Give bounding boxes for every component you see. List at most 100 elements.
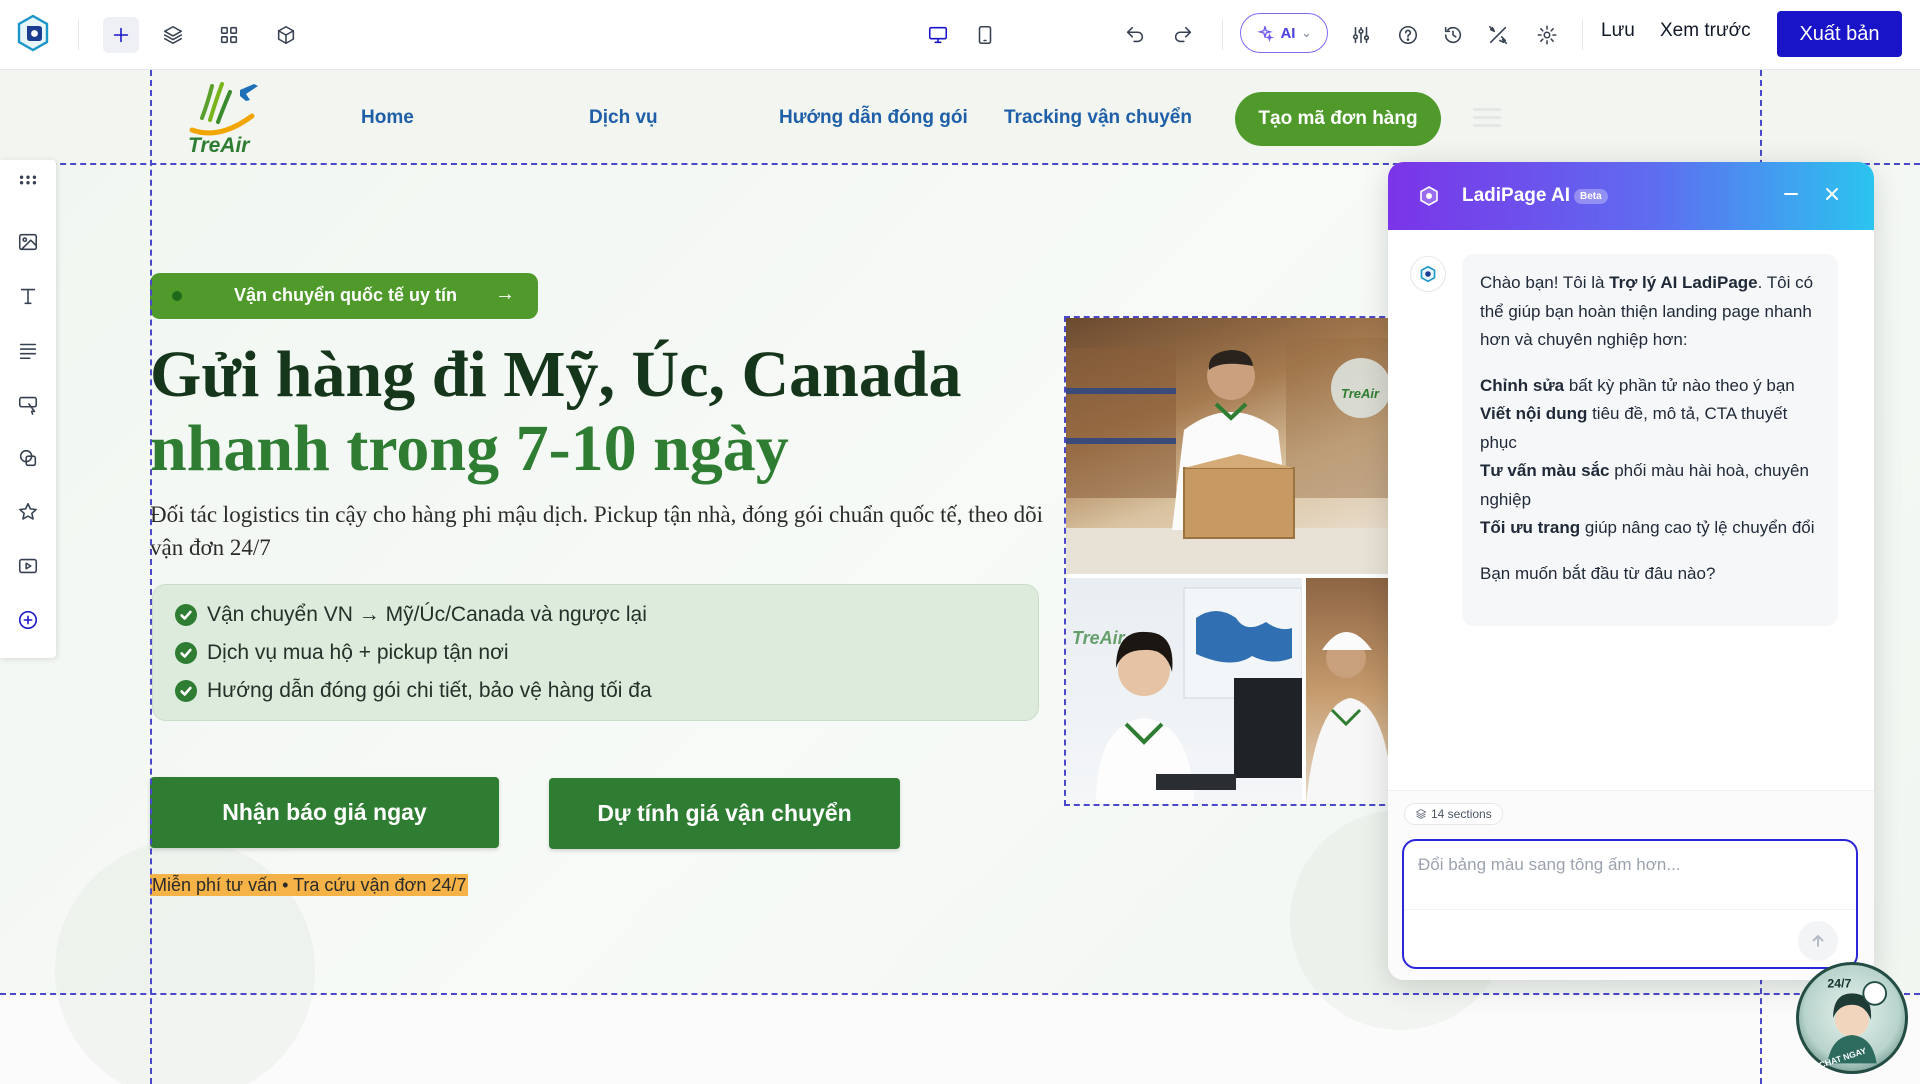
ai-toggle-label: AI	[1280, 24, 1296, 42]
get-quote-button[interactable]: Nhận báo giá ngay	[150, 777, 499, 848]
add-text-tool[interactable]	[14, 282, 42, 310]
close-icon	[1826, 188, 1838, 200]
chat-widget-247: 24/7	[1827, 977, 1851, 991]
settings-adjust-button[interactable]	[1343, 17, 1379, 53]
paragraph-icon	[19, 343, 37, 360]
image-icon	[18, 233, 38, 251]
customer-service-photo: TreAir	[1066, 578, 1302, 804]
check-circle-icon	[175, 642, 197, 664]
svg-text:TreAir: TreAir	[1072, 628, 1126, 648]
text-icon	[20, 288, 36, 305]
add-paragraph-tool[interactable]	[14, 336, 42, 364]
blocks-button[interactable]	[268, 17, 304, 53]
hero-photo-collage[interactable]: TreAir TreAir	[1064, 316, 1395, 806]
shape-icon	[19, 449, 37, 467]
estimate-shipping-button[interactable]: Dự tính giá vận chuyển	[549, 778, 900, 849]
ladipage-logo-icon[interactable]	[16, 14, 50, 52]
add-video-tool[interactable]	[14, 552, 42, 580]
star-icon	[19, 502, 37, 520]
grid-icon	[220, 26, 238, 44]
nav-services[interactable]: Dịch vụ	[589, 107, 658, 129]
cube-icon	[277, 25, 295, 45]
hero-title-line1[interactable]: Gửi hàng đi Mỹ, Úc, Canada	[150, 338, 962, 412]
toolbar-separator	[78, 20, 79, 50]
ai-message-bubble: Chào bạn! Tôi là Trợ lý AI LadiPage. Tôi…	[1462, 254, 1838, 626]
button-icon	[18, 396, 38, 415]
undo-icon	[1126, 26, 1144, 43]
history-button[interactable]	[1435, 17, 1471, 53]
add-image-tool[interactable]	[14, 228, 42, 256]
hero-title-line2[interactable]: nhanh trong 7-10 ngày	[150, 412, 789, 486]
desktop-view-button[interactable]	[920, 17, 956, 53]
ai-prompt-box	[1402, 839, 1858, 969]
hero-subtitle[interactable]: Đối tác logistics tin cậy cho hàng phi m…	[150, 498, 1070, 564]
toolbar-drag-handle[interactable]	[14, 166, 42, 194]
nav-home[interactable]: Home	[361, 107, 414, 129]
ai-assistant-panel[interactable]: LadiPage AI Beta Chào bạn! Tôi là Trợ lý…	[1388, 162, 1874, 980]
chevron-down-icon: ⌄	[1301, 26, 1312, 40]
treair-logo[interactable]: TreAir	[180, 76, 270, 157]
settings-button[interactable]	[1529, 17, 1565, 53]
tablet-icon	[978, 25, 992, 45]
send-button[interactable]	[1798, 921, 1838, 961]
nav-tracking[interactable]: Tracking vận chuyển	[1004, 107, 1192, 129]
gear-icon	[1537, 25, 1557, 45]
add-shape-tool[interactable]	[14, 444, 42, 472]
sections-count: 14 sections	[1431, 807, 1492, 821]
minimize-button[interactable]	[1780, 183, 1802, 205]
close-button[interactable]	[1821, 183, 1843, 205]
brand-name: TreAir	[188, 134, 251, 156]
capability-item: Viết nội dung tiêu đề, mô tả, CTA thuyết…	[1480, 404, 1788, 452]
ai-prompt-input[interactable]	[1418, 855, 1838, 905]
more-elements-tool[interactable]	[14, 606, 42, 634]
capability-item: Chỉnh sửa bất kỳ phần tử nào theo ý bạn	[1480, 375, 1795, 395]
save-button[interactable]: Lưu	[1601, 20, 1635, 42]
undo-button[interactable]	[1117, 17, 1153, 53]
hero-badge[interactable]: Vận chuyển quốc tế uy tín →	[150, 273, 538, 319]
create-order-button[interactable]: Tạo mã đơn hàng	[1235, 92, 1441, 146]
video-icon	[18, 558, 38, 574]
nav-packing-guide[interactable]: Hướng dẫn đóng gói	[779, 107, 968, 129]
check-circle-icon	[175, 604, 197, 626]
ai-avatar	[1410, 256, 1446, 292]
ai-question: Bạn muốn bắt đầu từ đâu nào?	[1480, 563, 1716, 583]
feature-label: Hướng dẫn đóng gói chi tiết, bảo vệ hàng…	[207, 679, 652, 702]
toolbar-separator	[1582, 20, 1583, 50]
sliders-icon	[1352, 26, 1370, 44]
add-button-tool[interactable]	[14, 390, 42, 418]
sparkle-icon	[1257, 26, 1275, 42]
ladipage-ai-icon	[1418, 185, 1440, 207]
hero-note[interactable]: Miễn phí tư vấn • Tra cứu vận đơn 24/7	[150, 874, 469, 896]
help-icon	[1398, 25, 1418, 45]
ai-greeting: Chào bạn! Tôi là Trợ lý AI LadiPage. Tôi…	[1480, 273, 1814, 349]
desktop-icon	[928, 26, 948, 44]
tools-button[interactable]	[1480, 17, 1516, 53]
feature-item: Dịch vụ mua hộ + pickup tận nơi	[175, 641, 509, 665]
hamburger-menu-icon[interactable]	[1473, 108, 1501, 128]
layers-icon	[163, 25, 183, 45]
add-icon-tool[interactable]	[14, 498, 42, 526]
feature-list[interactable]: Vận chuyển VN → Mỹ/Úc/Canada và ngược lạ…	[152, 584, 1039, 721]
apps-button[interactable]	[211, 17, 247, 53]
minus-icon	[1784, 193, 1798, 195]
preview-button[interactable]: Xem trước	[1660, 20, 1751, 42]
ai-panel-header: LadiPage AI Beta	[1388, 162, 1874, 230]
tablet-view-button[interactable]	[967, 17, 1003, 53]
arrow-up-icon	[1812, 935, 1824, 947]
redo-icon	[1174, 26, 1192, 43]
publish-button[interactable]: Xuất bản	[1777, 11, 1902, 57]
check-circle-icon	[175, 680, 197, 702]
chat-now-widget[interactable]: 24/7 CHAT NGAY	[1796, 962, 1908, 1074]
plus-icon	[113, 27, 129, 43]
warehouse-worker-photo	[1306, 578, 1393, 804]
help-button[interactable]	[1390, 17, 1426, 53]
ai-toggle-button[interactable]: AI ⌄	[1240, 13, 1328, 53]
feature-label: Dịch vụ mua hộ + pickup tận nơi	[207, 641, 509, 664]
sections-chip[interactable]: 14 sections	[1404, 803, 1503, 825]
add-element-button[interactable]	[103, 17, 139, 53]
layers-button[interactable]	[155, 17, 191, 53]
redo-button[interactable]	[1165, 17, 1201, 53]
feature-item: Hướng dẫn đóng gói chi tiết, bảo vệ hàng…	[175, 679, 652, 703]
capability-item: Tối ưu trang giúp nâng cao tỷ lệ chuyển …	[1480, 518, 1815, 537]
element-toolbar	[0, 160, 56, 658]
